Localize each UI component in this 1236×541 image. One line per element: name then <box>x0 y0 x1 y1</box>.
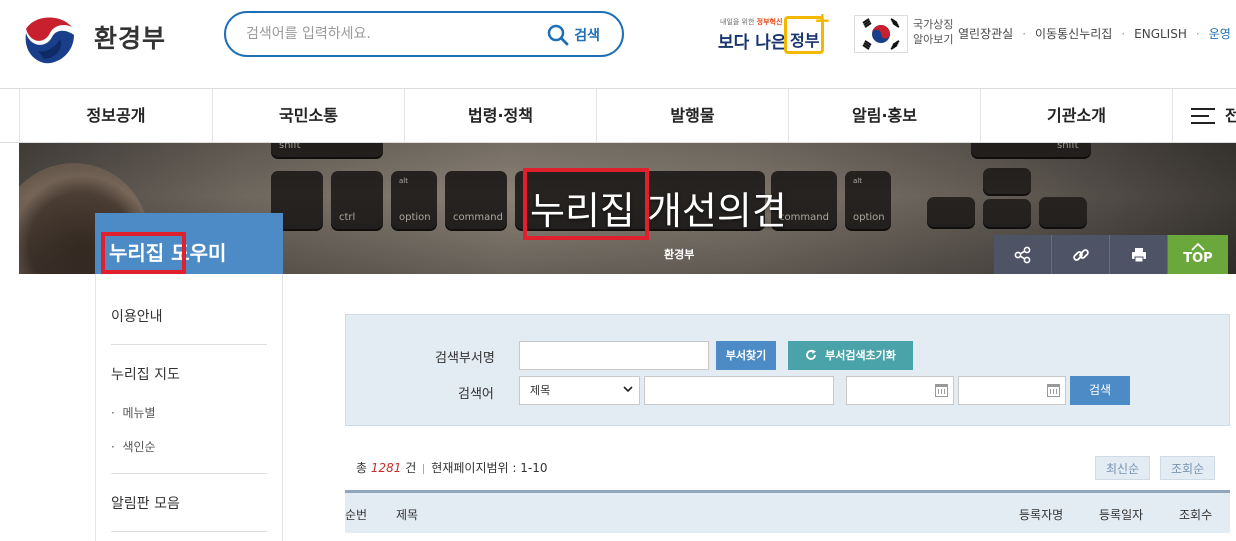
search-input[interactable] <box>246 23 536 45</box>
reset-dept-button[interactable]: 부서검색초기화 <box>788 341 913 370</box>
highlight-box-title <box>523 168 649 240</box>
scroll-top-button[interactable]: TOP <box>1168 235 1228 274</box>
search-field-select[interactable]: 제목 <box>519 376 640 405</box>
slogan-small-emph: 정부혁신 <box>756 18 783 26</box>
site-search: 검색 <box>224 11 624 57</box>
util-separator: · <box>1195 26 1200 41</box>
link-icon <box>1072 248 1089 261</box>
col-author: 등록자명 <box>1019 508 1064 522</box>
col-number: 순번 <box>345 508 368 522</box>
search-icon <box>547 24 569 46</box>
slogan-small-prefix: 내일을 위한 <box>720 18 757 26</box>
gov-innovation-banner[interactable]: 내일을 위한 정부혁신 보다 나은 정부 + <box>718 8 831 58</box>
lnb-item-sitemap[interactable]: 누리집 지도 <box>111 364 180 384</box>
ministry-logo[interactable]: 환경부 <box>20 7 166 67</box>
chevron-up-icon <box>1191 243 1205 251</box>
lnb-divider <box>111 344 267 345</box>
result-summary: 총 1281 건 현재페이지범위 : 1-10 <box>356 459 547 476</box>
calendar-icon[interactable] <box>1047 384 1060 397</box>
highlight-box-lnb <box>101 232 186 274</box>
table-header: 순번 제목 등록자명 등록일자 조회수 <box>345 490 1230 533</box>
util-link-minister[interactable]: 열린장관실 <box>958 25 1013 42</box>
lnb-subitem-label: 메뉴별 <box>122 406 156 420</box>
lnb-item-boards[interactable]: 알림판 모음 <box>111 493 180 513</box>
hamburger-icon <box>1191 108 1215 124</box>
lnb-subitem-index[interactable]: · 색인순 <box>111 438 156 455</box>
sort-views-button[interactable]: 조회순 <box>1160 456 1216 480</box>
gnb-item-law-policy[interactable]: 법령·정책 <box>404 89 596 142</box>
reset-dept-label: 부서검색초기화 <box>825 349 896 362</box>
share-button[interactable] <box>994 235 1052 274</box>
dept-input[interactable] <box>519 341 709 370</box>
keyword-input[interactable] <box>644 376 834 405</box>
util-separator: · <box>1022 26 1027 41</box>
date-to-input[interactable] <box>958 376 1066 405</box>
lnb-divider <box>111 531 267 532</box>
top-label: TOP <box>1183 251 1213 266</box>
gnb-item-info[interactable]: 정보공개 <box>19 89 212 142</box>
total-count: 1281 <box>370 461 402 475</box>
lnb-item-guide[interactable]: 이용안내 <box>111 306 163 326</box>
total-suffix: 건 <box>405 461 417 475</box>
lnb-subitem-by-menu[interactable]: · 메뉴별 <box>111 404 156 421</box>
col-date: 등록일자 <box>1099 508 1144 522</box>
gnb-item-news[interactable]: 알림·홍보 <box>788 89 980 142</box>
page-department: 환경부 <box>664 248 695 261</box>
lnb-subitem-label: 색인순 <box>122 440 156 454</box>
share-icon <box>1014 246 1030 263</box>
keyword-label: 검색어 <box>458 387 494 402</box>
ministry-name: 환경부 <box>94 24 167 53</box>
all-menu-label: 전 <box>1225 106 1236 125</box>
side-menu: 이용안내 누리집 지도 · 메뉴별 · 색인순 알림판 모음 <box>95 274 283 541</box>
chevron-down-icon <box>623 386 633 393</box>
total-prefix: 총 <box>356 461 368 475</box>
page-tools: TOP <box>994 235 1228 274</box>
slogan-small: 내일을 위한 정부혁신 <box>720 17 782 27</box>
natsym-line1: 국가상징 <box>913 18 954 31</box>
sort-latest-button[interactable]: 최신순 <box>1095 456 1151 480</box>
lnb-divider <box>111 473 267 474</box>
refresh-icon <box>806 349 817 360</box>
search-field-value: 제목 <box>530 384 551 397</box>
natsym-line2: 알아보기 <box>913 33 954 46</box>
copy-link-button[interactable] <box>1052 235 1110 274</box>
util-link-operation[interactable]: 운영 <box>1209 25 1231 42</box>
gnb-item-publications[interactable]: 발행물 <box>596 89 788 142</box>
gnb-item-communication[interactable]: 국민소통 <box>212 89 404 142</box>
national-symbol-link[interactable]: 국가상징 알아보기 <box>913 17 953 47</box>
util-link-english[interactable]: ENGLISH <box>1134 27 1187 41</box>
find-dept-button[interactable]: 부서찾기 <box>716 341 776 370</box>
utility-links: 열린장관실 · 이동통신누리집 · ENGLISH · 운영 <box>958 25 1231 42</box>
date-from-input[interactable] <box>846 376 954 405</box>
col-views: 조회수 <box>1179 508 1213 522</box>
calendar-icon[interactable] <box>935 384 948 397</box>
util-separator: · <box>1121 26 1126 41</box>
taegeuk-logo-icon <box>20 7 80 67</box>
search-button-label: 검색 <box>574 28 600 44</box>
dept-label: 검색부서명 <box>435 351 495 366</box>
summary-separator <box>423 463 425 474</box>
print-icon <box>1131 247 1146 262</box>
all-menu-button[interactable]: 전 <box>1172 89 1236 142</box>
util-link-mobile[interactable]: 이동통신누리집 <box>1035 25 1112 42</box>
search-button[interactable]: 검색 <box>547 24 600 46</box>
col-title: 제목 <box>396 508 419 522</box>
plus-icon: + <box>814 8 831 32</box>
page: 환경부 검색 내일을 위한 정부혁신 보다 나은 정부 + <box>0 0 1236 541</box>
main-navigation: 정보공개 국민소통 법령·정책 발행물 알림·홍보 기관소개 전 <box>0 88 1236 143</box>
page-range: 현재페이지범위 : 1-10 <box>431 461 548 475</box>
search-form: 검색부서명 부서찾기 부서검색초기화 검색어 제목 검색 <box>345 314 1230 426</box>
form-search-button[interactable]: 검색 <box>1070 376 1130 405</box>
slogan-big: 보다 나은 <box>718 33 787 53</box>
gnb-item-about[interactable]: 기관소개 <box>980 89 1172 142</box>
print-button[interactable] <box>1110 235 1168 274</box>
korean-flag-icon[interactable] <box>854 15 908 53</box>
